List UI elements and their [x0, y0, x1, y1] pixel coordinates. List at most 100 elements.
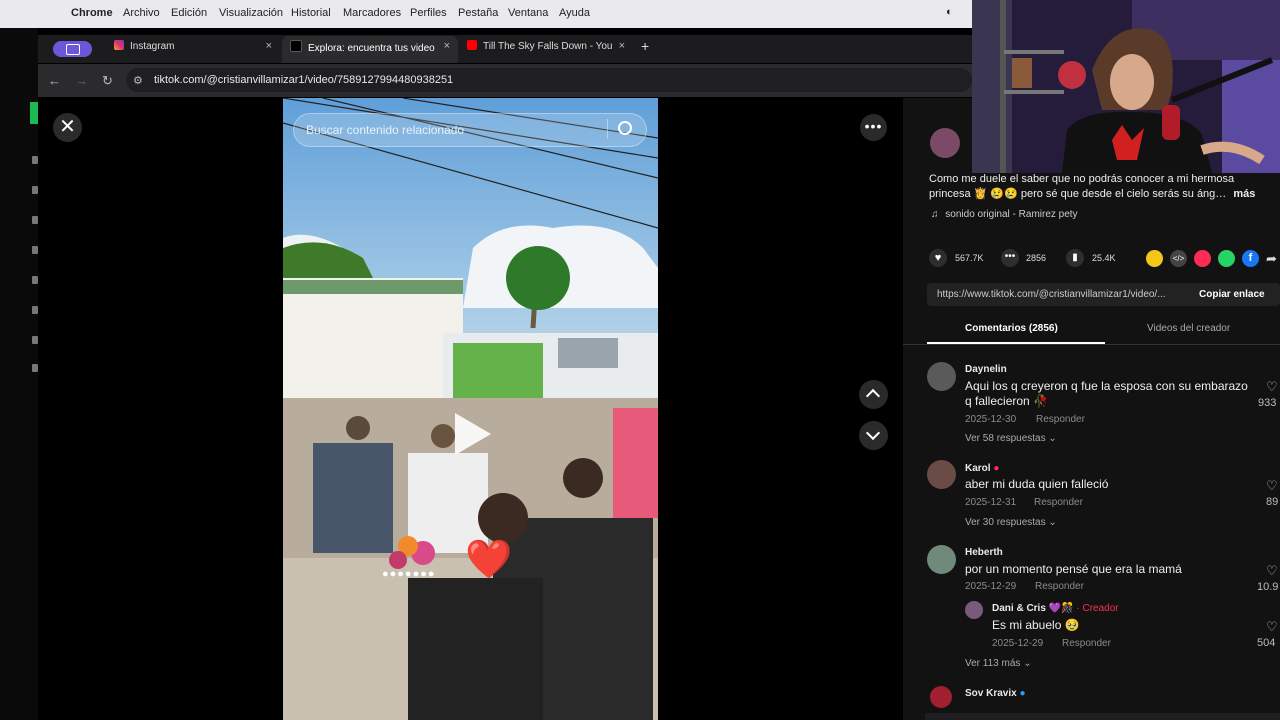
creator-reply-date: 2025-12-29: [992, 638, 1044, 649]
active-tab-indicator: [927, 342, 1105, 344]
comment-count: 2856: [1026, 253, 1047, 263]
tiktok-icon: [290, 40, 302, 52]
creator-name-text: Dani & Cris 💜🎊: [992, 603, 1074, 614]
comment-date: 2025-12-29: [965, 581, 1017, 592]
comment-like-icon[interactable]: ♡: [1266, 563, 1278, 579]
comment-like-count: 10.9: [1257, 581, 1279, 593]
commenter-avatar[interactable]: [927, 460, 956, 489]
profile-pill[interactable]: [53, 41, 92, 57]
commenter-name[interactable]: Karol ●: [965, 463, 999, 474]
comment-icon: •••: [1004, 251, 1016, 262]
menu-marcadores[interactable]: Marcadores: [343, 7, 401, 19]
tab-creator-videos[interactable]: Videos del creador: [1147, 323, 1230, 334]
commenter-avatar[interactable]: [927, 545, 956, 574]
menu-chrome[interactable]: Chrome: [71, 7, 113, 19]
tab-youtube[interactable]: Till The Sky Falls Down - You ×: [467, 40, 625, 58]
chevron-down-icon: ⌄: [1023, 658, 1032, 669]
reply-button[interactable]: Responder: [1035, 581, 1084, 592]
menu-ventana[interactable]: Ventana: [508, 7, 548, 19]
whatsapp-icon[interactable]: [1218, 250, 1235, 267]
tab-label: Explora: encuentra tus video: [308, 43, 435, 54]
view-more-replies-button[interactable]: Ver 113 más ⌄: [965, 658, 1032, 669]
comment-like-count: 89: [1266, 496, 1279, 508]
forward-icon[interactable]: →: [75, 73, 88, 88]
chevron-down-icon: ⌄: [1048, 433, 1057, 444]
comment-like-icon[interactable]: ♡: [1266, 619, 1278, 635]
verified-badge-icon: ●: [1019, 688, 1026, 699]
view-replies-button[interactable]: Ver 30 respuestas ⌄: [965, 517, 1057, 528]
verified-badge-icon: ●: [993, 463, 1000, 474]
close-tab-icon[interactable]: ×: [444, 40, 450, 52]
comment-date: 2025-12-31: [965, 497, 1017, 508]
share-url[interactable]: https://www.tiktok.com/@cristianvillamiz…: [937, 289, 1166, 300]
video-text-overlay: ●●●●●●●: [382, 568, 436, 580]
search-divider: [607, 119, 608, 139]
save-count: 25.4K: [1092, 253, 1116, 263]
commenter-name[interactable]: Sov Kravix ●: [965, 688, 1026, 699]
creator-avatar[interactable]: [930, 128, 960, 158]
commenter-name[interactable]: Heberth: [965, 547, 1003, 558]
reply-button[interactable]: Responder: [1036, 414, 1085, 425]
heart-icon: ♥: [934, 252, 942, 264]
more-link[interactable]: más: [1233, 188, 1255, 200]
tab-search-icon: [66, 44, 80, 55]
url-text[interactable]: tiktok.com/@cristianvillamizar1/video/75…: [154, 74, 453, 86]
view-replies-button[interactable]: Ver 58 respuestas ⌄: [965, 433, 1057, 444]
status-icon[interactable]: ◐: [946, 6, 953, 18]
tab-label: Instagram: [130, 41, 175, 52]
next-video-button[interactable]: [859, 421, 888, 450]
commenter-avatar[interactable]: [930, 686, 952, 708]
like-button[interactable]: ♥: [929, 249, 947, 267]
new-tab-button[interactable]: +: [641, 38, 649, 56]
menu-historial[interactable]: Historial: [291, 7, 331, 19]
reload-icon[interactable]: ↻: [102, 73, 113, 89]
more-options-button[interactable]: •••: [860, 114, 887, 141]
close-tab-icon[interactable]: ×: [266, 40, 272, 52]
comment-input-bar[interactable]: [925, 713, 1280, 720]
tab-instagram[interactable]: Instagram ×: [114, 40, 272, 58]
comment-button[interactable]: •••: [1001, 249, 1019, 267]
menu-pestana[interactable]: Pestaña: [458, 7, 498, 19]
creator-reply-name[interactable]: Dani & Cris 💜🎊 · Creador: [992, 603, 1119, 614]
comment-text: Aqui los q creyeron q fue la esposa con …: [965, 379, 1248, 408]
site-settings-icon[interactable]: ⚙: [133, 74, 143, 87]
menu-ayuda[interactable]: Ayuda: [559, 7, 590, 19]
menu-archivo[interactable]: Archivo: [123, 7, 160, 19]
back-icon[interactable]: ←: [48, 73, 61, 88]
embed-icon[interactable]: </>: [1170, 250, 1187, 267]
reply-button[interactable]: Responder: [1034, 497, 1083, 508]
facebook-icon[interactable]: f: [1242, 250, 1259, 267]
music-row[interactable]: ♫ sonido original - Ramirez pety: [931, 209, 1078, 220]
menu-perfiles[interactable]: Perfiles: [410, 7, 447, 19]
search-icon[interactable]: [618, 121, 632, 135]
creator-reply-avatar[interactable]: [965, 601, 983, 619]
comment-like-count: 933: [1258, 397, 1277, 409]
comment-like-count: 504: [1257, 637, 1276, 649]
share-icon[interactable]: ➦: [1266, 251, 1277, 267]
post-description: Como me duele el saber que no podrás con…: [929, 172, 1277, 202]
menu-visualizacion[interactable]: Visualización: [219, 7, 283, 19]
play-icon[interactable]: [455, 413, 491, 455]
comment-text: por un momento pensé que era la mamá: [965, 562, 1182, 576]
comment-like-icon[interactable]: ♡: [1266, 379, 1278, 395]
close-icon: ✕: [59, 116, 76, 138]
tab-tiktok-explore[interactable]: Explora: encuentra tus video ×: [290, 40, 450, 58]
save-button[interactable]: ▮: [1066, 249, 1084, 267]
more-icon: •••: [864, 118, 883, 134]
menu-edicion[interactable]: Edición: [171, 7, 207, 19]
comment-like-icon[interactable]: ♡: [1266, 478, 1278, 494]
commenter-name[interactable]: Daynelin: [965, 364, 1007, 375]
sound-name: sonido original - Ramirez pety: [945, 209, 1078, 220]
close-tab-icon[interactable]: ×: [619, 40, 625, 52]
previous-video-button[interactable]: [859, 380, 888, 409]
copy-link-button[interactable]: Copiar enlace: [1199, 289, 1265, 300]
tabs-divider: [903, 344, 1280, 345]
tab-comments[interactable]: Comentarios (2856): [965, 323, 1058, 334]
repost-icon[interactable]: [1146, 250, 1163, 267]
commenter-avatar[interactable]: [927, 362, 956, 391]
close-video-button[interactable]: ✕: [53, 113, 82, 142]
reply-button[interactable]: Responder: [1062, 638, 1111, 649]
music-note-icon: ♫: [931, 209, 939, 220]
video-player[interactable]: [283, 98, 658, 720]
send-icon[interactable]: [1194, 250, 1211, 267]
